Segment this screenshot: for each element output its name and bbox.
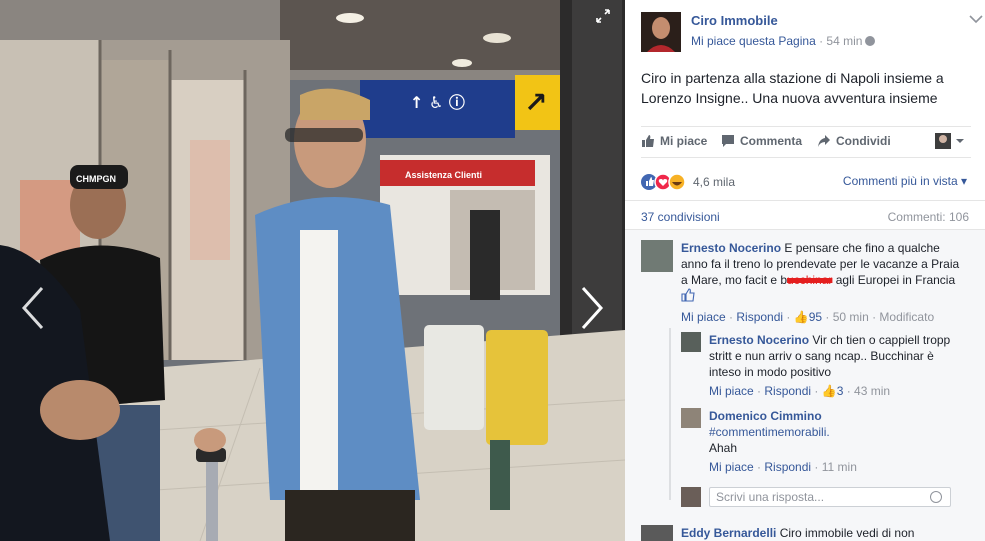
redacted-word: ucchinar — [787, 273, 833, 287]
svg-text:↗: ↗ — [524, 86, 547, 119]
thumbs-up-emoji-icon — [681, 288, 695, 302]
comment-reply-link[interactable]: Rispondi — [764, 384, 811, 398]
avatar[interactable] — [641, 240, 673, 272]
shares-link[interactable]: 37 condivisioni — [641, 210, 720, 224]
post-time[interactable]: 54 min — [826, 34, 862, 48]
thumbs-up-icon — [642, 135, 654, 147]
reply-input-box[interactable] — [709, 487, 951, 507]
comment-time[interactable]: 43 min — [854, 384, 890, 398]
info-desk-sign: Assistenza Clienti — [405, 170, 482, 180]
post-as-selector[interactable] — [935, 132, 970, 150]
comment-button[interactable]: Commenta — [721, 134, 802, 148]
comment-author[interactable]: Ernesto Nocerino — [681, 241, 781, 255]
post-header: Ciro Immobile Mi piace questa Pagina · 5… — [641, 12, 983, 52]
page-name-link[interactable]: Ciro Immobile — [691, 13, 778, 28]
comment-like-count[interactable]: 👍95 — [794, 310, 822, 324]
user-avatar — [681, 487, 701, 507]
comment-like-link[interactable]: Mi piace — [709, 384, 754, 398]
comment-text: Ernesto Nocerino E pensare che fino a qu… — [681, 240, 967, 304]
chevron-right-icon[interactable] — [577, 285, 607, 331]
comment-edited: Modificato — [879, 310, 935, 324]
comment-time[interactable]: 50 min — [833, 310, 869, 324]
comments-list: Ernesto Nocerino E pensare che fino a qu… — [625, 230, 985, 541]
comment-body: Ahah — [709, 441, 738, 455]
reactions-row: 4,6 mila Commenti più in vista ▾ — [641, 172, 971, 192]
comment-actions: Mi piace · Rispondi · 11 min — [709, 460, 857, 474]
comment-text: Eddy Bernardelli Ciro immobile vedi di n… — [681, 525, 967, 541]
chevron-left-icon[interactable] — [18, 285, 48, 331]
share-icon — [818, 135, 830, 147]
reply-thread-line — [669, 328, 671, 500]
comment-like-link[interactable]: Mi piace — [681, 310, 726, 324]
avatar[interactable] — [641, 525, 673, 541]
comment-author[interactable]: Ernesto Nocerino — [709, 333, 809, 347]
comment-time[interactable]: 11 min — [822, 460, 857, 474]
like-label: Mi piace — [660, 134, 708, 148]
post-sidebar: Ciro Immobile Mi piace questa Pagina · 5… — [625, 0, 985, 541]
page-avatar[interactable] — [641, 12, 681, 52]
comment-reply-link[interactable]: Rispondi — [764, 460, 811, 474]
comment-icon — [722, 135, 734, 147]
share-label: Condividi — [836, 134, 891, 148]
like-button[interactable]: Mi piace — [641, 134, 707, 148]
comment-label: Commenta — [740, 134, 803, 148]
comment-author[interactable]: Domenico Cimmino — [709, 408, 954, 424]
comment-actions: Mi piace · Rispondi · 👍95 · 50 min · Mod… — [681, 310, 935, 324]
avatar[interactable] — [681, 408, 701, 428]
photo-viewer[interactable]: ↑ ♿ ⓘ ↗ Assistenza Clienti CHMPGN — [0, 0, 625, 541]
expand-icon[interactable] — [595, 8, 611, 24]
comments-count: Commenti: 106 — [887, 210, 969, 224]
comment-like-link[interactable]: Mi piace — [709, 460, 754, 474]
comment-body: Ciro immobile vedi di non — [779, 526, 915, 540]
comment-like-count[interactable]: 👍3 — [822, 384, 844, 398]
stats-row: 37 condivisioni Commenti: 106 — [625, 200, 985, 230]
cap-logo: CHMPGN — [76, 174, 116, 184]
avatar[interactable] — [681, 332, 701, 352]
svg-text:↑ ♿ ⓘ: ↑ ♿ ⓘ — [410, 93, 465, 112]
reaction-count[interactable]: 4,6 mila — [693, 175, 735, 189]
action-bar: Mi piace Commenta Condividi — [641, 126, 971, 158]
reply-input[interactable] — [710, 488, 920, 506]
smiley-icon[interactable] — [930, 491, 942, 503]
reaction-icons[interactable] — [641, 172, 691, 192]
comment-author[interactable]: Eddy Bernardelli — [681, 526, 776, 540]
comment-text: Ernesto Nocerino Vir ch tien o cappiell … — [709, 332, 954, 380]
comment-sort-dropdown[interactable]: Commenti più in vista ▾ — [843, 174, 967, 188]
hashtag-link[interactable]: #commentimemorabili. — [709, 424, 954, 440]
share-button[interactable]: Condividi — [817, 134, 891, 148]
like-page-link[interactable]: Mi piace questa Pagina — [691, 34, 816, 48]
post-meta: Mi piace questa Pagina · 54 min — [691, 34, 876, 48]
globe-icon — [865, 36, 876, 46]
meta-separator: · — [815, 34, 827, 48]
station-photo: ↑ ♿ ⓘ ↗ Assistenza Clienti CHMPGN — [0, 0, 625, 541]
chevron-down-icon[interactable] — [969, 14, 983, 24]
comment-body-end: agli Europei in Francia — [832, 273, 956, 287]
comment-reply-link[interactable]: Rispondi — [736, 310, 783, 324]
comment-text: Domenico Cimmino #commentimemorabili. Ah… — [709, 408, 954, 456]
comment-actions: Mi piace · Rispondi · 👍3 · 43 min — [709, 384, 891, 398]
post-text: Ciro in partenza alla stazione di Napoli… — [641, 70, 944, 106]
